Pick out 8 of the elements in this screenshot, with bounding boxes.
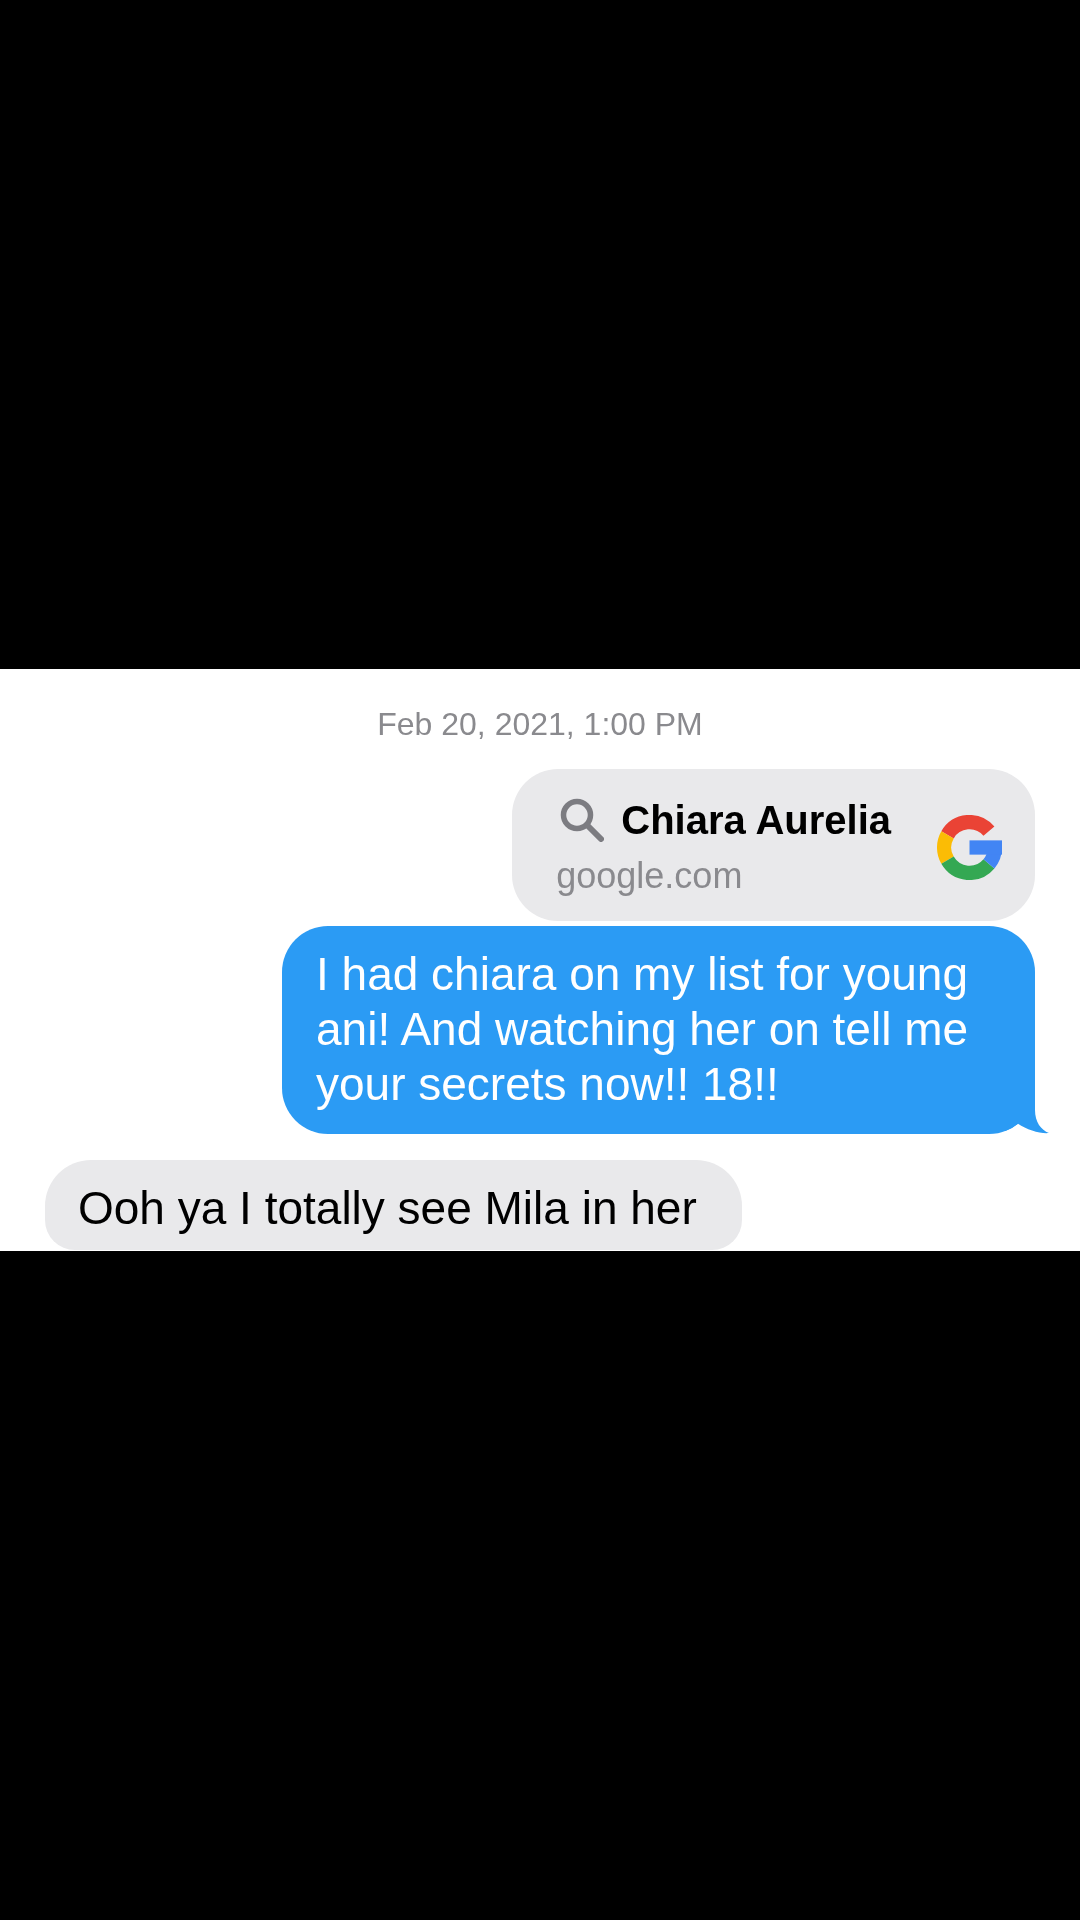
link-domain: google.com	[556, 854, 743, 898]
g-logo-icon	[937, 814, 1002, 880]
link-preview[interactable]: Chiara Aurelia google.com	[512, 769, 1035, 921]
message-timestamp: Feb 20, 2021, 1:00 PM	[377, 705, 703, 743]
link-title: Chiara Aurelia	[621, 797, 891, 844]
sent-message: I had chiara on my list for young ani! And watching her on tell me your secrets now!! 18!!	[282, 926, 1035, 1134]
received-message: Ooh ya I totally see Mila in her	[45, 1160, 742, 1250]
search-icon	[560, 798, 605, 842]
